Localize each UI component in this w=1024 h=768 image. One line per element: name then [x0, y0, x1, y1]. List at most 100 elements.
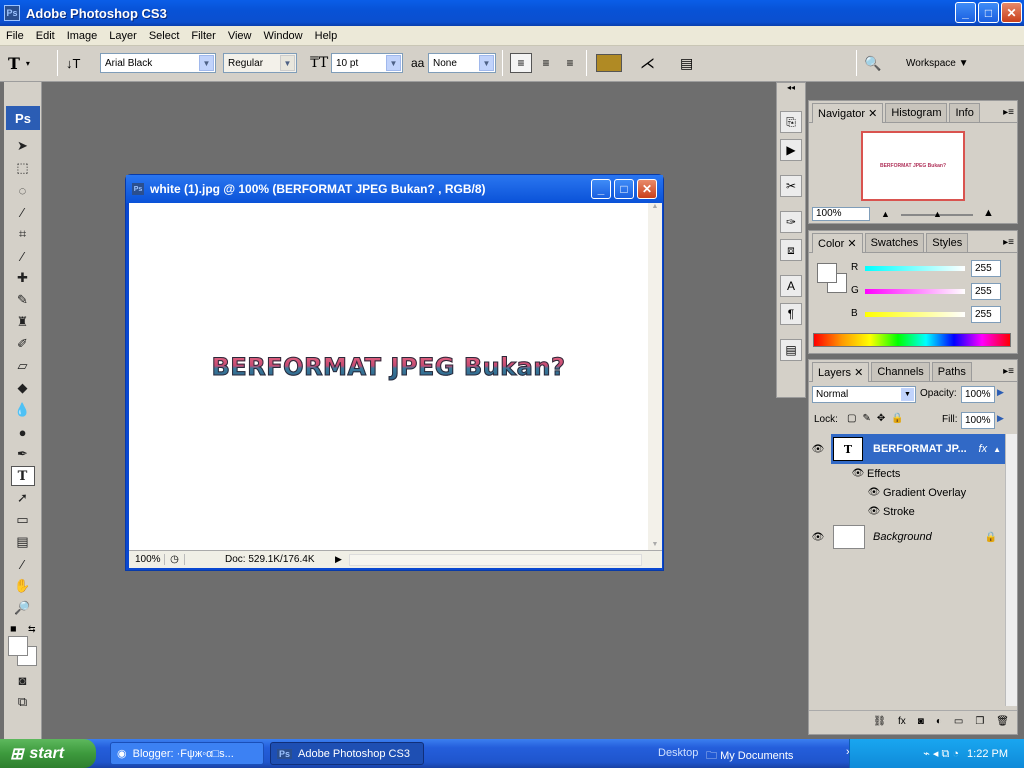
menu-image[interactable]: Image [61, 30, 104, 42]
magic-wand-tool-icon[interactable]: ⁄ [11, 202, 35, 222]
align-left-icon[interactable]: ≡ [510, 53, 532, 73]
zoom-slider-thumb[interactable]: ▲ [933, 209, 942, 219]
healing-brush-tool-icon[interactable]: ✚ [11, 268, 35, 288]
text-layer-name[interactable]: BERFORMAT JP... [873, 443, 979, 455]
layer-row-background[interactable]: 👁 Background 🔒 [809, 522, 1005, 552]
canvas-text-layer[interactable]: BERFORMAT JPEG Bukan? [129, 353, 648, 382]
workspace-button[interactable]: Workspace ▼ [906, 53, 969, 73]
my-documents-toolbar[interactable]: 🗀 My Documents [706, 747, 793, 766]
history-brush-tool-icon[interactable]: ✐ [11, 334, 35, 354]
color-fg-swatch[interactable] [817, 263, 837, 283]
hand-tool-icon[interactable]: ✋ [11, 576, 35, 596]
eye-icon[interactable]: 👁 [849, 468, 867, 479]
brushes-panel-icon[interactable]: ✑ [780, 211, 802, 233]
red-value-field[interactable]: 255 [971, 260, 1001, 277]
tool-presets-icon[interactable]: ✂ [780, 175, 802, 197]
scroll-up-icon[interactable]: ▲ [648, 203, 662, 210]
actions-panel-icon[interactable]: ▶ [780, 139, 802, 161]
panel-menu-icon[interactable]: ▸≡ [1003, 107, 1014, 118]
type-tool-preset-icon[interactable]: T ▾ [8, 53, 30, 73]
status-arrow-icon[interactable]: ▶ [335, 554, 349, 565]
horizontal-scrollbar[interactable] [349, 553, 642, 566]
move-tool-icon[interactable]: ➤ [11, 136, 35, 156]
font-style-select[interactable]: Regular ▼ [223, 53, 297, 73]
navigator-thumbnail[interactable]: BERFORMAT JPEG Bukan? [861, 131, 965, 201]
text-orientation-icon[interactable]: ↓T [66, 53, 80, 73]
character-panel-dock-icon[interactable]: A [780, 275, 802, 297]
history-panel-icon[interactable]: ⎘ [780, 111, 802, 133]
panel-menu-icon[interactable]: ▸≡ [1003, 237, 1014, 248]
background-layer-name[interactable]: Background [873, 531, 985, 543]
lasso-tool-icon[interactable]: ◌ [11, 180, 35, 200]
warp-text-icon[interactable]: ⋌ [640, 53, 655, 73]
zoom-out-icon[interactable]: ▲ [881, 209, 890, 219]
tab-layers[interactable]: Layers ✕ [812, 362, 870, 382]
tab-styles[interactable]: Styles [926, 233, 969, 252]
screen-mode-icon[interactable]: ⧉ [11, 692, 35, 712]
adjustment-layer-icon[interactable]: ◐ [936, 716, 942, 727]
doc-close-button[interactable]: ✕ [637, 179, 657, 199]
start-button[interactable]: ⊞ start [0, 739, 96, 768]
tab-color[interactable]: Color ✕ [812, 233, 863, 253]
delete-layer-icon[interactable]: 🗑 [996, 716, 1009, 727]
color-swatches[interactable]: ◼ ⇆ [4, 622, 41, 666]
red-slider[interactable] [865, 266, 965, 271]
path-selection-tool-icon[interactable]: ➚ [11, 488, 35, 508]
font-size-select[interactable]: 10 pt ▼ [331, 53, 403, 73]
blue-value-field[interactable]: 255 [971, 306, 1001, 323]
new-group-icon[interactable]: ▭ [954, 716, 963, 727]
brush-tool-icon[interactable]: ✎ [11, 290, 35, 310]
scroll-down-icon[interactable]: ▼ [648, 541, 662, 548]
effect-gradient-overlay[interactable]: 👁 Gradient Overlay [809, 483, 1005, 502]
close-button[interactable]: ✕ [1001, 2, 1022, 23]
link-layers-icon[interactable]: ⛓ [873, 716, 886, 727]
eye-icon[interactable]: 👁 [809, 444, 827, 455]
layer-row-text[interactable]: 👁 T BERFORMAT JP... fx ▲ [809, 434, 1005, 464]
menu-window[interactable]: Window [258, 30, 309, 42]
task-blogger[interactable]: ◉ Blogger: ·Fψж◦α□s... [110, 742, 264, 765]
fx-badge[interactable]: fx [979, 443, 988, 455]
maximize-button[interactable]: □ [978, 2, 999, 23]
eyedropper-tool-icon[interactable]: ⁄ [11, 554, 35, 574]
desktop-toolbar[interactable]: Desktop [658, 747, 698, 759]
tab-navigator[interactable]: Navigator ✕ [812, 103, 884, 123]
menu-help[interactable]: Help [309, 30, 344, 42]
clock[interactable]: 1:22 PM [967, 748, 1008, 760]
menu-filter[interactable]: Filter [185, 30, 221, 42]
minimize-button[interactable]: _ [955, 2, 976, 23]
lock-icons[interactable]: ▢✎✥🔒 [847, 413, 910, 424]
dock-collapse-icon[interactable]: ◂◂ [777, 83, 805, 93]
clone-stamp-tool-icon[interactable]: ♜ [11, 312, 35, 332]
text-color-swatch[interactable] [596, 54, 622, 72]
paint-bucket-tool-icon[interactable]: ◆ [11, 378, 35, 398]
menu-select[interactable]: Select [143, 30, 186, 42]
tab-histogram[interactable]: Histogram [885, 103, 948, 122]
green-value-field[interactable]: 255 [971, 283, 1001, 300]
character-panel-icon[interactable]: ▤ [680, 53, 693, 73]
dodge-tool-icon[interactable]: ● [11, 422, 35, 442]
marquee-tool-icon[interactable]: ⬚ [11, 158, 35, 178]
opacity-arrow-icon[interactable]: ▶ [997, 387, 1004, 398]
eye-icon[interactable]: 👁 [809, 532, 827, 543]
layer-effects-row[interactable]: 👁 Effects [809, 464, 1005, 483]
vertical-scrollbar[interactable]: ▲ ▼ [648, 203, 662, 550]
opacity-field[interactable]: 100% [961, 386, 995, 403]
slice-tool-icon[interactable]: ∕ [11, 246, 35, 266]
navigator-zoom-field[interactable]: 100% [812, 207, 870, 221]
status-menu-icon[interactable]: ◷ [165, 554, 185, 565]
tab-info[interactable]: Info [949, 103, 980, 122]
tab-channels[interactable]: Channels [871, 362, 930, 381]
task-photoshop[interactable]: Ps Adobe Photoshop CS3 [270, 742, 424, 765]
pen-tool-icon[interactable]: ✒ [11, 444, 35, 464]
bridge-icon[interactable]: 🔍 [864, 53, 881, 73]
menu-layer[interactable]: Layer [103, 30, 143, 42]
fill-field[interactable]: 100% [961, 412, 995, 429]
clone-source-icon[interactable]: ⧈ [780, 239, 802, 261]
doc-zoom-value[interactable]: 100% [129, 554, 165, 565]
quick-mask-icon[interactable]: ◙ [11, 670, 35, 690]
document-canvas[interactable]: BERFORMAT JPEG Bukan? [129, 203, 648, 550]
tray-icons[interactable]: ⌁ ◂ ⧉ ◔ [923, 747, 959, 761]
paragraph-panel-icon[interactable]: ¶ [780, 303, 802, 325]
blend-mode-select[interactable]: Normal ▼ [812, 386, 916, 403]
align-right-icon[interactable]: ≡ [560, 53, 580, 73]
